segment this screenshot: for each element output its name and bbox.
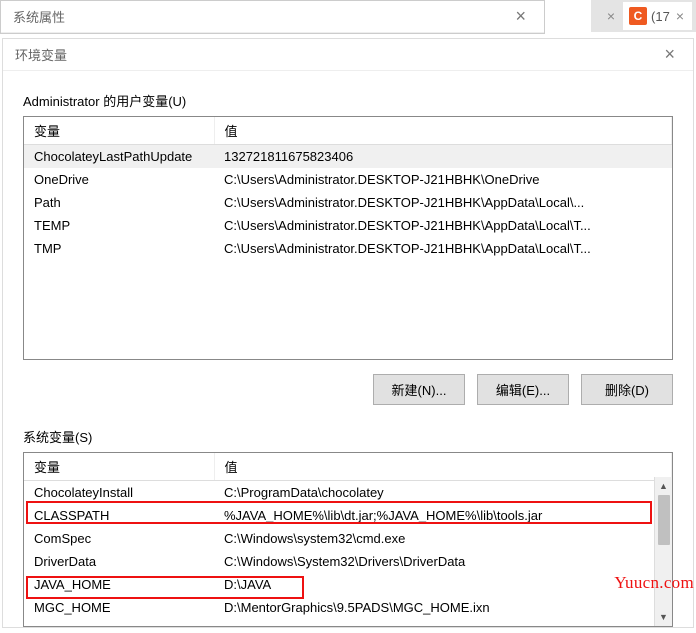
- table-row[interactable]: TMP C:\Users\Administrator.DESKTOP-J21HB…: [24, 237, 672, 260]
- cell-value: C:\Users\Administrator.DESKTOP-J21HBHK\A…: [214, 237, 672, 260]
- cell-variable: CLASSPATH: [24, 504, 214, 527]
- close-icon[interactable]: ×: [658, 44, 681, 65]
- background-tab-1[interactable]: ×: [595, 2, 623, 30]
- cell-variable: ChocolateyLastPathUpdate: [24, 145, 214, 169]
- col-header-value[interactable]: 值: [214, 453, 672, 481]
- cell-variable: TEMP: [24, 214, 214, 237]
- table-row[interactable]: ChocolateyInstall C:\ProgramData\chocola…: [24, 481, 672, 505]
- scroll-down-icon[interactable]: ▼: [655, 608, 672, 626]
- cell-value: C:\Windows\System32\Drivers\DriverData: [214, 550, 672, 573]
- env-variables-dialog: 环境变量 × Administrator 的用户变量(U) 变量 值 Choco…: [2, 38, 694, 628]
- table-row[interactable]: CLASSPATH %JAVA_HOME%\lib\dt.jar;%JAVA_H…: [24, 504, 672, 527]
- background-tab-2[interactable]: C (17 ×: [623, 2, 692, 30]
- sys-vars-table[interactable]: 变量 值 ChocolateyInstall C:\ProgramData\ch…: [23, 452, 673, 627]
- col-header-value[interactable]: 值: [214, 117, 672, 145]
- cell-variable: ComSpec: [24, 527, 214, 550]
- sys-vars-label: 系统变量(S): [23, 427, 673, 446]
- cell-value: C:\Users\Administrator.DESKTOP-J21HBHK\A…: [214, 191, 672, 214]
- table-row[interactable]: OneDrive C:\Users\Administrator.DESKTOP-…: [24, 168, 672, 191]
- cell-variable: MGC_HOME: [24, 596, 214, 619]
- cell-value: C:\Windows\system32\cmd.exe: [214, 527, 672, 550]
- close-icon[interactable]: ×: [674, 8, 686, 24]
- cell-variable: TMP: [24, 237, 214, 260]
- titlebar[interactable]: 环境变量 ×: [3, 39, 693, 71]
- cell-variable: JAVA_HOME: [24, 573, 214, 596]
- scrollbar[interactable]: ▲ ▼: [654, 477, 672, 626]
- table-row[interactable]: ComSpec C:\Windows\system32\cmd.exe: [24, 527, 672, 550]
- cell-value: C:\Users\Administrator.DESKTOP-J21HBHK\A…: [214, 214, 672, 237]
- tab-label: (17: [651, 9, 670, 24]
- table-row[interactable]: ChocolateyLastPathUpdate 132721811675823…: [24, 145, 672, 169]
- cell-value: 132721811675823406: [214, 145, 672, 169]
- scroll-up-icon[interactable]: ▲: [655, 477, 672, 495]
- col-header-variable[interactable]: 变量: [24, 453, 214, 481]
- cell-variable: Path: [24, 191, 214, 214]
- cell-variable: DriverData: [24, 550, 214, 573]
- user-vars-buttons: 新建(N)... 编辑(E)... 删除(D): [23, 360, 673, 427]
- system-properties-dialog: 系统属性 ×: [0, 0, 545, 34]
- cell-value: %JAVA_HOME%\lib\dt.jar;%JAVA_HOME%\lib\t…: [214, 504, 672, 527]
- close-icon[interactable]: ×: [509, 6, 532, 27]
- close-icon[interactable]: ×: [605, 8, 617, 24]
- edit-button[interactable]: 编辑(E)...: [477, 374, 569, 405]
- dialog-title: 系统属性: [13, 7, 509, 26]
- cell-variable: OneDrive: [24, 168, 214, 191]
- delete-button[interactable]: 删除(D): [581, 374, 673, 405]
- table-row[interactable]: JAVA_HOME D:\JAVA: [24, 573, 672, 596]
- cell-value: C:\Users\Administrator.DESKTOP-J21HBHK\O…: [214, 168, 672, 191]
- user-vars-table[interactable]: 变量 值 ChocolateyLastPathUpdate 1327218116…: [23, 116, 673, 360]
- cell-value: C:\ProgramData\chocolatey: [214, 481, 672, 505]
- table-row[interactable]: Path C:\Users\Administrator.DESKTOP-J21H…: [24, 191, 672, 214]
- table-row[interactable]: DriverData C:\Windows\System32\Drivers\D…: [24, 550, 672, 573]
- new-button[interactable]: 新建(N)...: [373, 374, 465, 405]
- tab-favicon-icon: C: [629, 7, 647, 25]
- dialog-title: 环境变量: [15, 45, 658, 64]
- col-header-variable[interactable]: 变量: [24, 117, 214, 145]
- titlebar[interactable]: 系统属性 ×: [1, 1, 544, 33]
- cell-value: D:\JAVA: [214, 573, 672, 596]
- table-row[interactable]: TEMP C:\Users\Administrator.DESKTOP-J21H…: [24, 214, 672, 237]
- background-tabs: × C (17 ×: [591, 0, 696, 32]
- cell-variable: ChocolateyInstall: [24, 481, 214, 505]
- scroll-thumb[interactable]: [658, 495, 670, 545]
- table-row[interactable]: MGC_HOME D:\MentorGraphics\9.5PADS\MGC_H…: [24, 596, 672, 619]
- cell-value: D:\MentorGraphics\9.5PADS\MGC_HOME.ixn: [214, 596, 672, 619]
- user-vars-label: Administrator 的用户变量(U): [23, 91, 673, 110]
